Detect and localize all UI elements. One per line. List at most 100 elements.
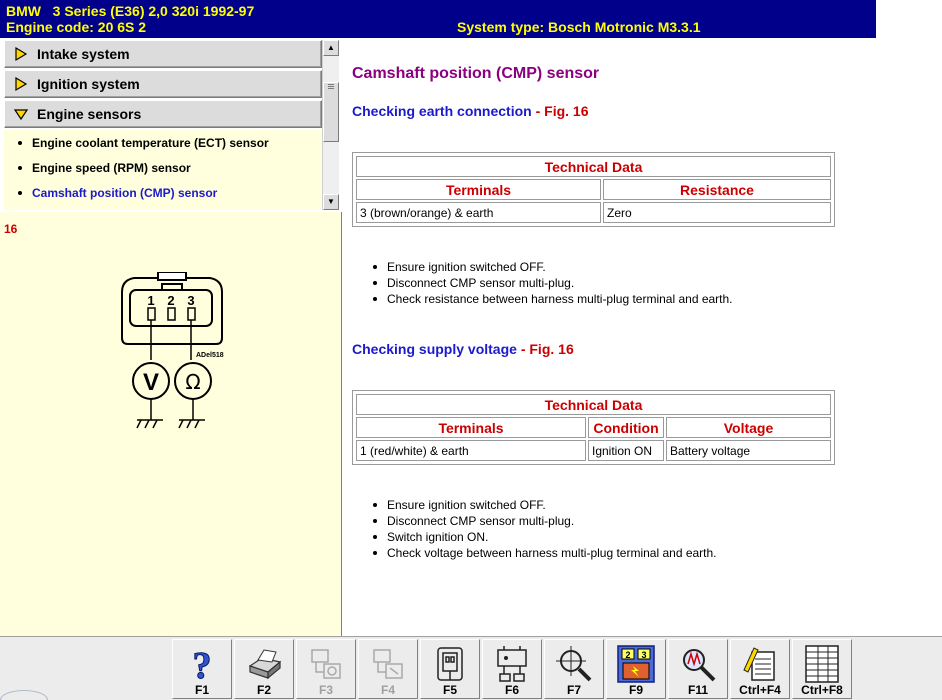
column-header: Condition (588, 417, 664, 438)
scroll-down-button[interactable]: ▼ (323, 194, 339, 210)
section-heading-text: Checking earth connection (352, 103, 532, 119)
nav-item-label: Intake system (37, 46, 130, 62)
button-label: F9 (628, 683, 643, 697)
f11-test-button[interactable]: F11 (668, 639, 728, 699)
ohmmeter-symbol: Ω (185, 370, 200, 394)
figure-link[interactable]: - Fig. 16 (532, 103, 589, 119)
column-header: Terminals (356, 417, 586, 438)
column-header: Terminals (356, 179, 601, 200)
sub-item-label: Camshaft position (CMP) sensor (32, 186, 218, 200)
sub-item-cmp-sensor[interactable]: Camshaft position (CMP) sensor (18, 186, 217, 200)
pin-label: 2 (167, 293, 174, 308)
f9-fault-code-button[interactable]: 2 3 F9 (606, 639, 666, 699)
table-caption: Technical Data (356, 156, 831, 177)
ctrl-f8-table-button[interactable]: Ctrl+F8 (792, 639, 852, 699)
left-panel: Intake system Ignition system Engine sen… (0, 38, 342, 636)
nav-item-label: Engine sensors (37, 106, 142, 122)
nav-item-ignition-system[interactable]: Ignition system (4, 70, 322, 98)
f7-search-button[interactable]: F7 (544, 639, 604, 699)
figure-link[interactable]: - Fig. 16 (517, 341, 574, 357)
nav-item-engine-sensors[interactable]: Engine sensors (4, 100, 322, 128)
button-label: Ctrl+F4 (739, 683, 781, 697)
table-icon (805, 645, 839, 683)
scroll-up-button[interactable]: ▲ (323, 40, 339, 56)
list-item: Switch ignition ON. (369, 529, 717, 545)
pin-label: 1 (147, 293, 154, 308)
section-heading-text: Checking supply voltage (352, 341, 517, 357)
button-label: F6 (504, 683, 519, 697)
arrow-down-icon (13, 109, 29, 121)
scroll-thumb[interactable] (323, 82, 339, 142)
button-label: F1 (194, 683, 209, 697)
button-label: Ctrl+F8 (801, 683, 843, 697)
section-heading-earth: Checking earth connection - Fig. 16 (352, 103, 589, 119)
table-cell: 1 (red/white) & earth (356, 440, 586, 461)
f5-connector-button[interactable]: F5 (420, 639, 480, 699)
list-item: Check voltage between harness multi-plug… (369, 545, 717, 561)
voltmeter-symbol: V (143, 369, 159, 396)
navigation-tree: Intake system Ignition system Engine sen… (0, 38, 342, 212)
component-icon (311, 649, 341, 679)
engine-sensors-sublist: Engine coolant temperature (ECT) sensor … (4, 130, 322, 210)
column-header: Resistance (603, 179, 831, 200)
list-item: Ensure ignition switched OFF. (369, 497, 717, 513)
button-label: F5 (442, 683, 457, 697)
bullet (18, 140, 22, 145)
technical-data-table-supply: Technical Data Terminals Condition Volta… (352, 390, 835, 465)
table-row: 3 (brown/orange) & earth Zero (356, 202, 831, 223)
figure-number: 16 (4, 222, 18, 236)
button-label: F3 (318, 683, 333, 697)
table-cell: Ignition ON (588, 440, 664, 461)
svg-text:?: ? (193, 645, 212, 684)
connector-icon (437, 647, 463, 681)
ctrl-f4-notes-button[interactable]: Ctrl+F4 (730, 639, 790, 699)
procedure-steps-earth: Ensure ignition switched OFF. Disconnect… (369, 259, 733, 307)
f6-wiring-button[interactable]: F6 (482, 639, 542, 699)
help-icon: ? (192, 645, 212, 685)
system-type: System type: Bosch Motronic M3.3.1 (457, 19, 701, 35)
section-heading-supply: Checking supply voltage - Fig. 16 (352, 341, 574, 357)
vehicle-model: BMW 3 Series (E36) 2,0 320i 1992-97 (6, 3, 255, 19)
f2-print-button[interactable]: F2 (234, 639, 294, 699)
component-location-icon (373, 649, 403, 679)
list-item: Ensure ignition switched OFF. (369, 259, 733, 275)
table-cell: 3 (brown/orange) & earth (356, 202, 601, 223)
figure-code-label: ADel518 (196, 352, 224, 359)
table-cell: Battery voltage (666, 440, 831, 461)
table-row: 1 (red/white) & earth Ignition ON Batter… (356, 440, 831, 461)
engine-code: Engine code: 20 6S 2 (6, 19, 147, 35)
printer-icon (248, 649, 282, 680)
page-title: Camshaft position (CMP) sensor (352, 65, 600, 82)
fault-code-icon: 2 3 (617, 645, 655, 683)
magnifier-icon (556, 646, 592, 682)
figure-area: 16 1 2 3 ADel518 V Ω (0, 212, 341, 636)
nav-scrollbar[interactable]: ▲ ▼ (322, 40, 339, 210)
button-label: F2 (256, 683, 271, 697)
pin-label: 3 (187, 293, 194, 308)
function-key-toolbar: ? F1 F2 F3 F4 F5 F6 F7 2 3 F9 F11 Ctrl+F… (0, 636, 942, 700)
bullet (18, 165, 22, 170)
button-label: F4 (380, 683, 395, 697)
vehicle-header: BMW 3 Series (E36) 2,0 320i 1992-97 Engi… (0, 0, 876, 38)
sub-item-ect-sensor[interactable]: Engine coolant temperature (ECT) sensor (18, 136, 269, 150)
procedure-steps-supply: Ensure ignition switched OFF. Disconnect… (369, 497, 717, 561)
test-probe-icon (683, 649, 716, 682)
list-item: Disconnect CMP sensor multi-plug. (369, 275, 733, 291)
sub-item-label: Engine coolant temperature (ECT) sensor (32, 136, 269, 150)
content-panel: Camshaft position (CMP) sensor Checking … (343, 38, 942, 636)
button-label: F11 (687, 683, 708, 697)
sub-item-rpm-sensor[interactable]: Engine speed (RPM) sensor (18, 161, 191, 175)
list-item: Check resistance between harness multi-p… (369, 291, 733, 307)
technical-data-table-earth: Technical Data Terminals Resistance 3 (b… (352, 152, 835, 227)
app-window: BMW 3 Series (E36) 2,0 320i 1992-97 Engi… (0, 0, 942, 700)
table-caption: Technical Data (356, 394, 831, 415)
f3-button[interactable]: F3 (296, 639, 356, 699)
notes-icon (743, 647, 775, 681)
nav-item-intake-system[interactable]: Intake system (4, 40, 322, 68)
f1-help-button[interactable]: ? F1 (172, 639, 232, 699)
cmp-sensor-connector-diagram: 1 2 3 ADel518 V Ω (121, 272, 224, 429)
f4-button[interactable]: F4 (358, 639, 418, 699)
sub-item-label: Engine speed (RPM) sensor (32, 161, 191, 175)
arrow-right-icon (15, 46, 28, 62)
nav-item-label: Ignition system (37, 76, 140, 92)
